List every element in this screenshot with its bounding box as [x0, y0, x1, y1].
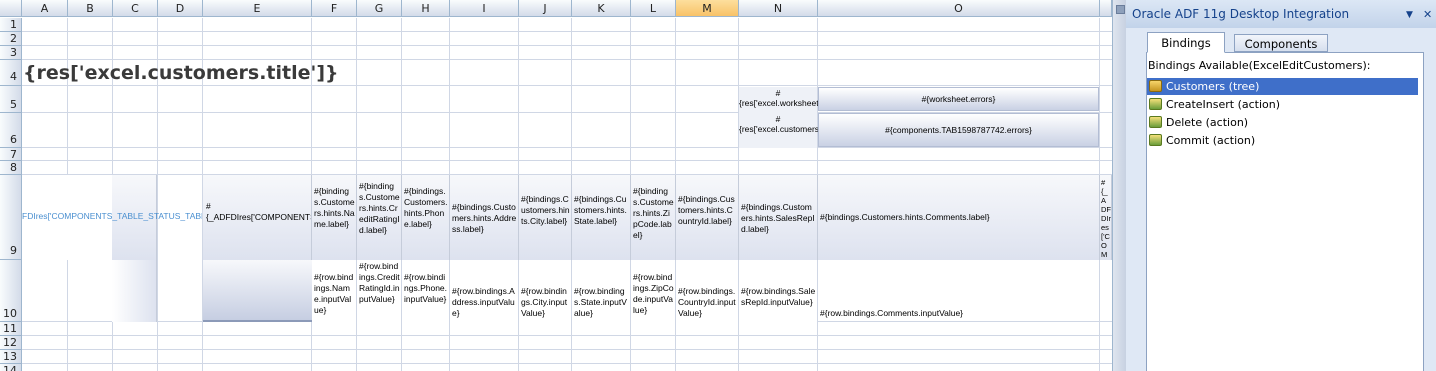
spreadsheet-grid[interactable]: A B C D E F G H I J K L M N O 1 2 3 4 5 …: [0, 0, 1112, 371]
table-errors-label[interactable]: #{res['excel.customers.table.errors']}: [739, 113, 871, 148]
phone-col-header[interactable]: #{bindings.Customers.hints.Phone.label}: [402, 175, 450, 260]
column-header-e[interactable]: E: [203, 0, 312, 17]
address-col-header[interactable]: #{bindings.Customers.hints.Address.label…: [450, 175, 519, 260]
salesrep-input-cell[interactable]: #{row.bindings.SalesRepId.inputValue}: [739, 260, 818, 322]
country-col-header[interactable]: #{bindings.Customers.hints.CountryId.lab…: [676, 175, 739, 260]
column-header-b[interactable]: B: [68, 0, 113, 17]
column-header-h[interactable]: H: [402, 0, 450, 17]
binding-item-createinsert[interactable]: CreateInsert (action): [1147, 96, 1418, 113]
sheet-title[interactable]: {res['excel.customers.title']}: [23, 62, 339, 84]
gridline: [22, 45, 1112, 46]
row-header-6[interactable]: 6: [0, 113, 22, 148]
column-header-p[interactable]: [1100, 0, 1112, 17]
gridline: [22, 349, 1112, 350]
row-header-14[interactable]: 14: [0, 364, 22, 371]
comments-col-header[interactable]: #{bindings.Customers.hints.Comments.labe…: [818, 175, 1100, 260]
splitter-grip-icon[interactable]: [1116, 5, 1125, 14]
row-header-9[interactable]: 9: [0, 175, 22, 260]
row-header-4[interactable]: 4: [0, 60, 22, 86]
worksheet-errors-field[interactable]: #{worksheet.errors}: [818, 87, 1099, 111]
task-pane-title: Oracle ADF 11g Desktop Integration: [1126, 0, 1436, 28]
gridline: [22, 59, 1112, 60]
status-col-header[interactable]: #{_ADFDIres['COMPONENTS_TABLE_STATUS_COL…: [203, 175, 312, 260]
city-input-cell[interactable]: #{row.bindings.City.inputValue}: [519, 260, 572, 322]
pane-options-dropdown-icon[interactable]: ▼: [1406, 10, 1413, 20]
state-input-cell[interactable]: #{row.bindings.State.inputValue}: [572, 260, 631, 322]
column-header-l[interactable]: L: [631, 0, 676, 17]
column-header-a[interactable]: A: [22, 0, 68, 17]
tab-components[interactable]: Components: [1234, 34, 1328, 52]
state-col-header[interactable]: #{bindings.Customers.hints.State.label}: [572, 175, 631, 260]
column-header-d[interactable]: D: [158, 0, 203, 17]
column-header-o[interactable]: O: [818, 0, 1100, 17]
zipcode-col-header[interactable]: #{bindings.Customers.hints.ZipCode.label…: [631, 175, 676, 260]
name-col-header[interactable]: #{bindings.Customers.hints.Name.label}: [312, 175, 357, 260]
gridline: [22, 160, 1112, 161]
column-header-c[interactable]: C: [113, 0, 158, 17]
row-header-1[interactable]: 1: [0, 18, 22, 32]
phone-input-cell[interactable]: #{row.bindings.Phone.inputValue}: [402, 260, 450, 322]
status-data-cell[interactable]: [203, 260, 312, 322]
row-header-10[interactable]: 10: [0, 260, 22, 322]
country-input-cell[interactable]: #{row.bindings.CountryId.inputValue}: [676, 260, 739, 322]
column-header-m[interactable]: M: [676, 0, 739, 17]
credit-rating-input-cell[interactable]: #{row.bindings.CreditRatingId.inputValue…: [357, 260, 402, 322]
column-header-k[interactable]: K: [572, 0, 631, 17]
action-binding-icon: [1149, 98, 1162, 110]
row-header-12[interactable]: 12: [0, 336, 22, 350]
row-header-5[interactable]: 5: [0, 86, 22, 113]
pane-close-icon[interactable]: ✕: [1423, 8, 1432, 21]
tab-bindings[interactable]: Bindings: [1147, 32, 1225, 53]
row-header-7[interactable]: 7: [0, 148, 22, 161]
gridline: [22, 335, 1112, 336]
row-header-13[interactable]: 13: [0, 350, 22, 364]
column-header-j[interactable]: J: [519, 0, 572, 17]
credit-rating-col-header[interactable]: #{bindings.Customers.hints.CreditRatingI…: [357, 175, 402, 260]
name-input-cell[interactable]: #{row.bindings.Name.inputValue}: [312, 260, 357, 322]
binding-item-label: CreateInsert (action): [1166, 98, 1281, 111]
binding-item-commit[interactable]: Commit (action): [1147, 132, 1418, 149]
gridline: [22, 363, 1112, 364]
worksheet-errors-label[interactable]: #{res['excel.worksheet.errors']}: [739, 87, 850, 113]
tree-binding-icon: [1149, 80, 1162, 92]
binding-item-label: Commit (action): [1166, 134, 1256, 147]
action-binding-icon: [1149, 134, 1162, 146]
column-header-g[interactable]: G: [357, 0, 402, 17]
row-header-11[interactable]: 11: [0, 322, 22, 336]
salesrep-col-header[interactable]: #{bindings.Customers.hints.SalesRepId.la…: [739, 175, 818, 260]
gridline: [22, 31, 1112, 32]
zipcode-input-cell[interactable]: #{row.bindings.ZipCode.inputValue}: [631, 260, 676, 322]
binding-item-label: Customers (tree): [1166, 80, 1260, 93]
row-header-8[interactable]: 8: [0, 161, 22, 175]
column-header-i[interactable]: I: [450, 0, 519, 17]
column-header-n[interactable]: N: [739, 0, 818, 17]
gridline: [22, 147, 1112, 148]
binding-item-label: Delete (action): [1166, 116, 1249, 129]
action-binding-icon: [1149, 116, 1162, 128]
status-col-header-edge[interactable]: #{_ADFDIres['COMPONENTS_TABLE_STATUS_COL…: [1100, 175, 1112, 260]
status-table-label[interactable]: FDIres['COMPONENTS_TABLE_STATUS_TABLE: [22, 211, 202, 223]
column-header-f[interactable]: F: [312, 0, 357, 17]
select-all-corner[interactable]: [0, 0, 22, 17]
data-cell-c[interactable]: [112, 260, 157, 322]
address-input-cell[interactable]: #{row.bindings.Address.inputValue}: [450, 260, 519, 322]
row-header-2[interactable]: 2: [0, 32, 22, 46]
table-errors-field[interactable]: #{components.TAB1598787742.errors}: [818, 113, 1099, 147]
binding-item-customers[interactable]: Customers (tree): [1147, 78, 1418, 95]
city-col-header[interactable]: #{bindings.Customers.hints.City.label}: [519, 175, 572, 260]
comments-input-cell[interactable]: #{row.bindings.Comments.inputValue}: [818, 260, 1100, 322]
binding-item-delete[interactable]: Delete (action): [1147, 114, 1418, 131]
pane-splitter[interactable]: [1112, 0, 1126, 371]
gridline: [22, 85, 1112, 86]
row-header-3[interactable]: 3: [0, 46, 22, 60]
bindings-available-label: Bindings Available(ExcelEditCustomers):: [1148, 59, 1371, 72]
